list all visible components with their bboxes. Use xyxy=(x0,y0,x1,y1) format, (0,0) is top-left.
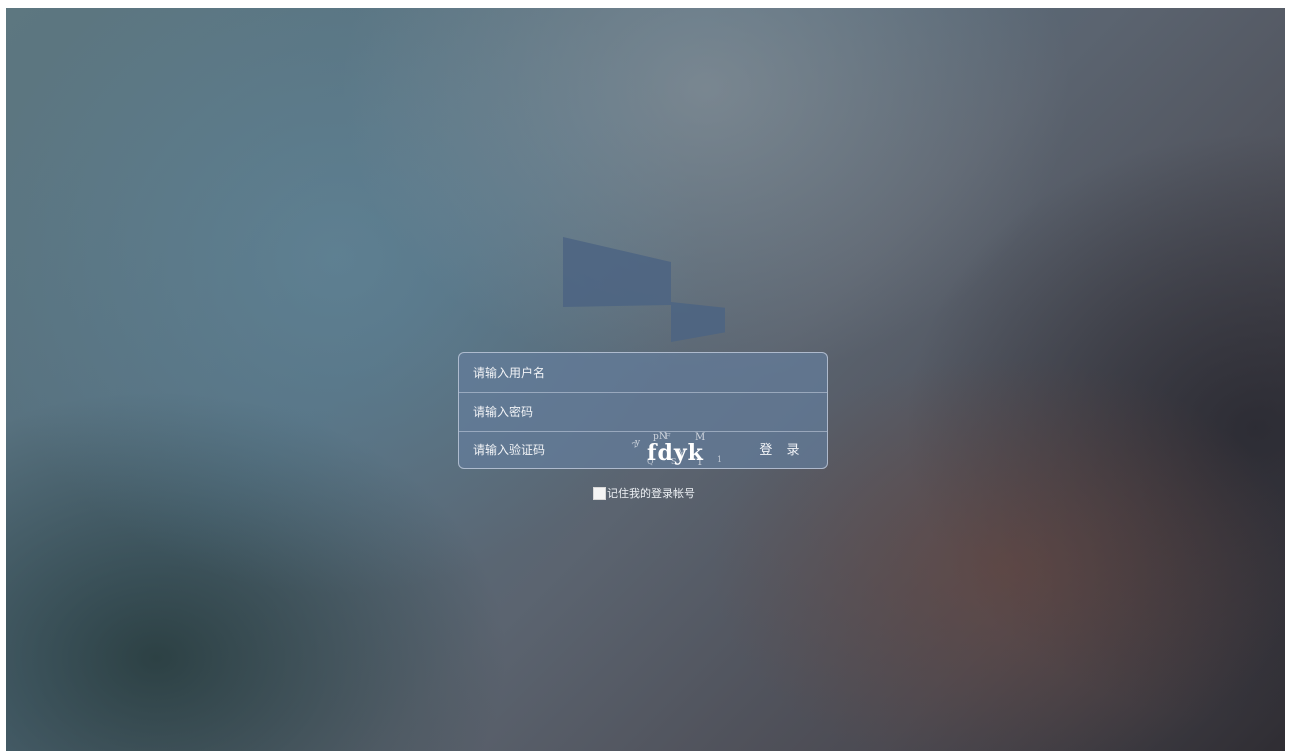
username-row xyxy=(459,353,827,393)
password-row xyxy=(459,392,827,432)
username-input[interactable] xyxy=(473,353,813,392)
remember-checkbox-icon[interactable] xyxy=(593,486,606,500)
captcha-image[interactable]: y 7 p N F M Q S Y 1 1 fdyk xyxy=(629,431,729,468)
login-background: y 7 p N F M Q S Y 1 1 fdyk 登 录 记住我的登录帐号 xyxy=(6,8,1285,751)
captcha-text: fdyk xyxy=(647,440,704,466)
captcha-row: y 7 p N F M Q S Y 1 1 fdyk 登 录 xyxy=(459,431,827,468)
brand-logo-icon xyxy=(563,237,725,342)
login-form: y 7 p N F M Q S Y 1 1 fdyk 登 录 xyxy=(458,352,828,469)
captcha-input[interactable] xyxy=(473,431,623,468)
password-input[interactable] xyxy=(473,392,813,431)
login-button[interactable]: 登 录 xyxy=(749,431,815,468)
remember-me[interactable]: 记住我的登录帐号 xyxy=(593,485,695,501)
remember-label: 记住我的登录帐号 xyxy=(607,487,695,500)
svg-text:1: 1 xyxy=(717,455,722,464)
